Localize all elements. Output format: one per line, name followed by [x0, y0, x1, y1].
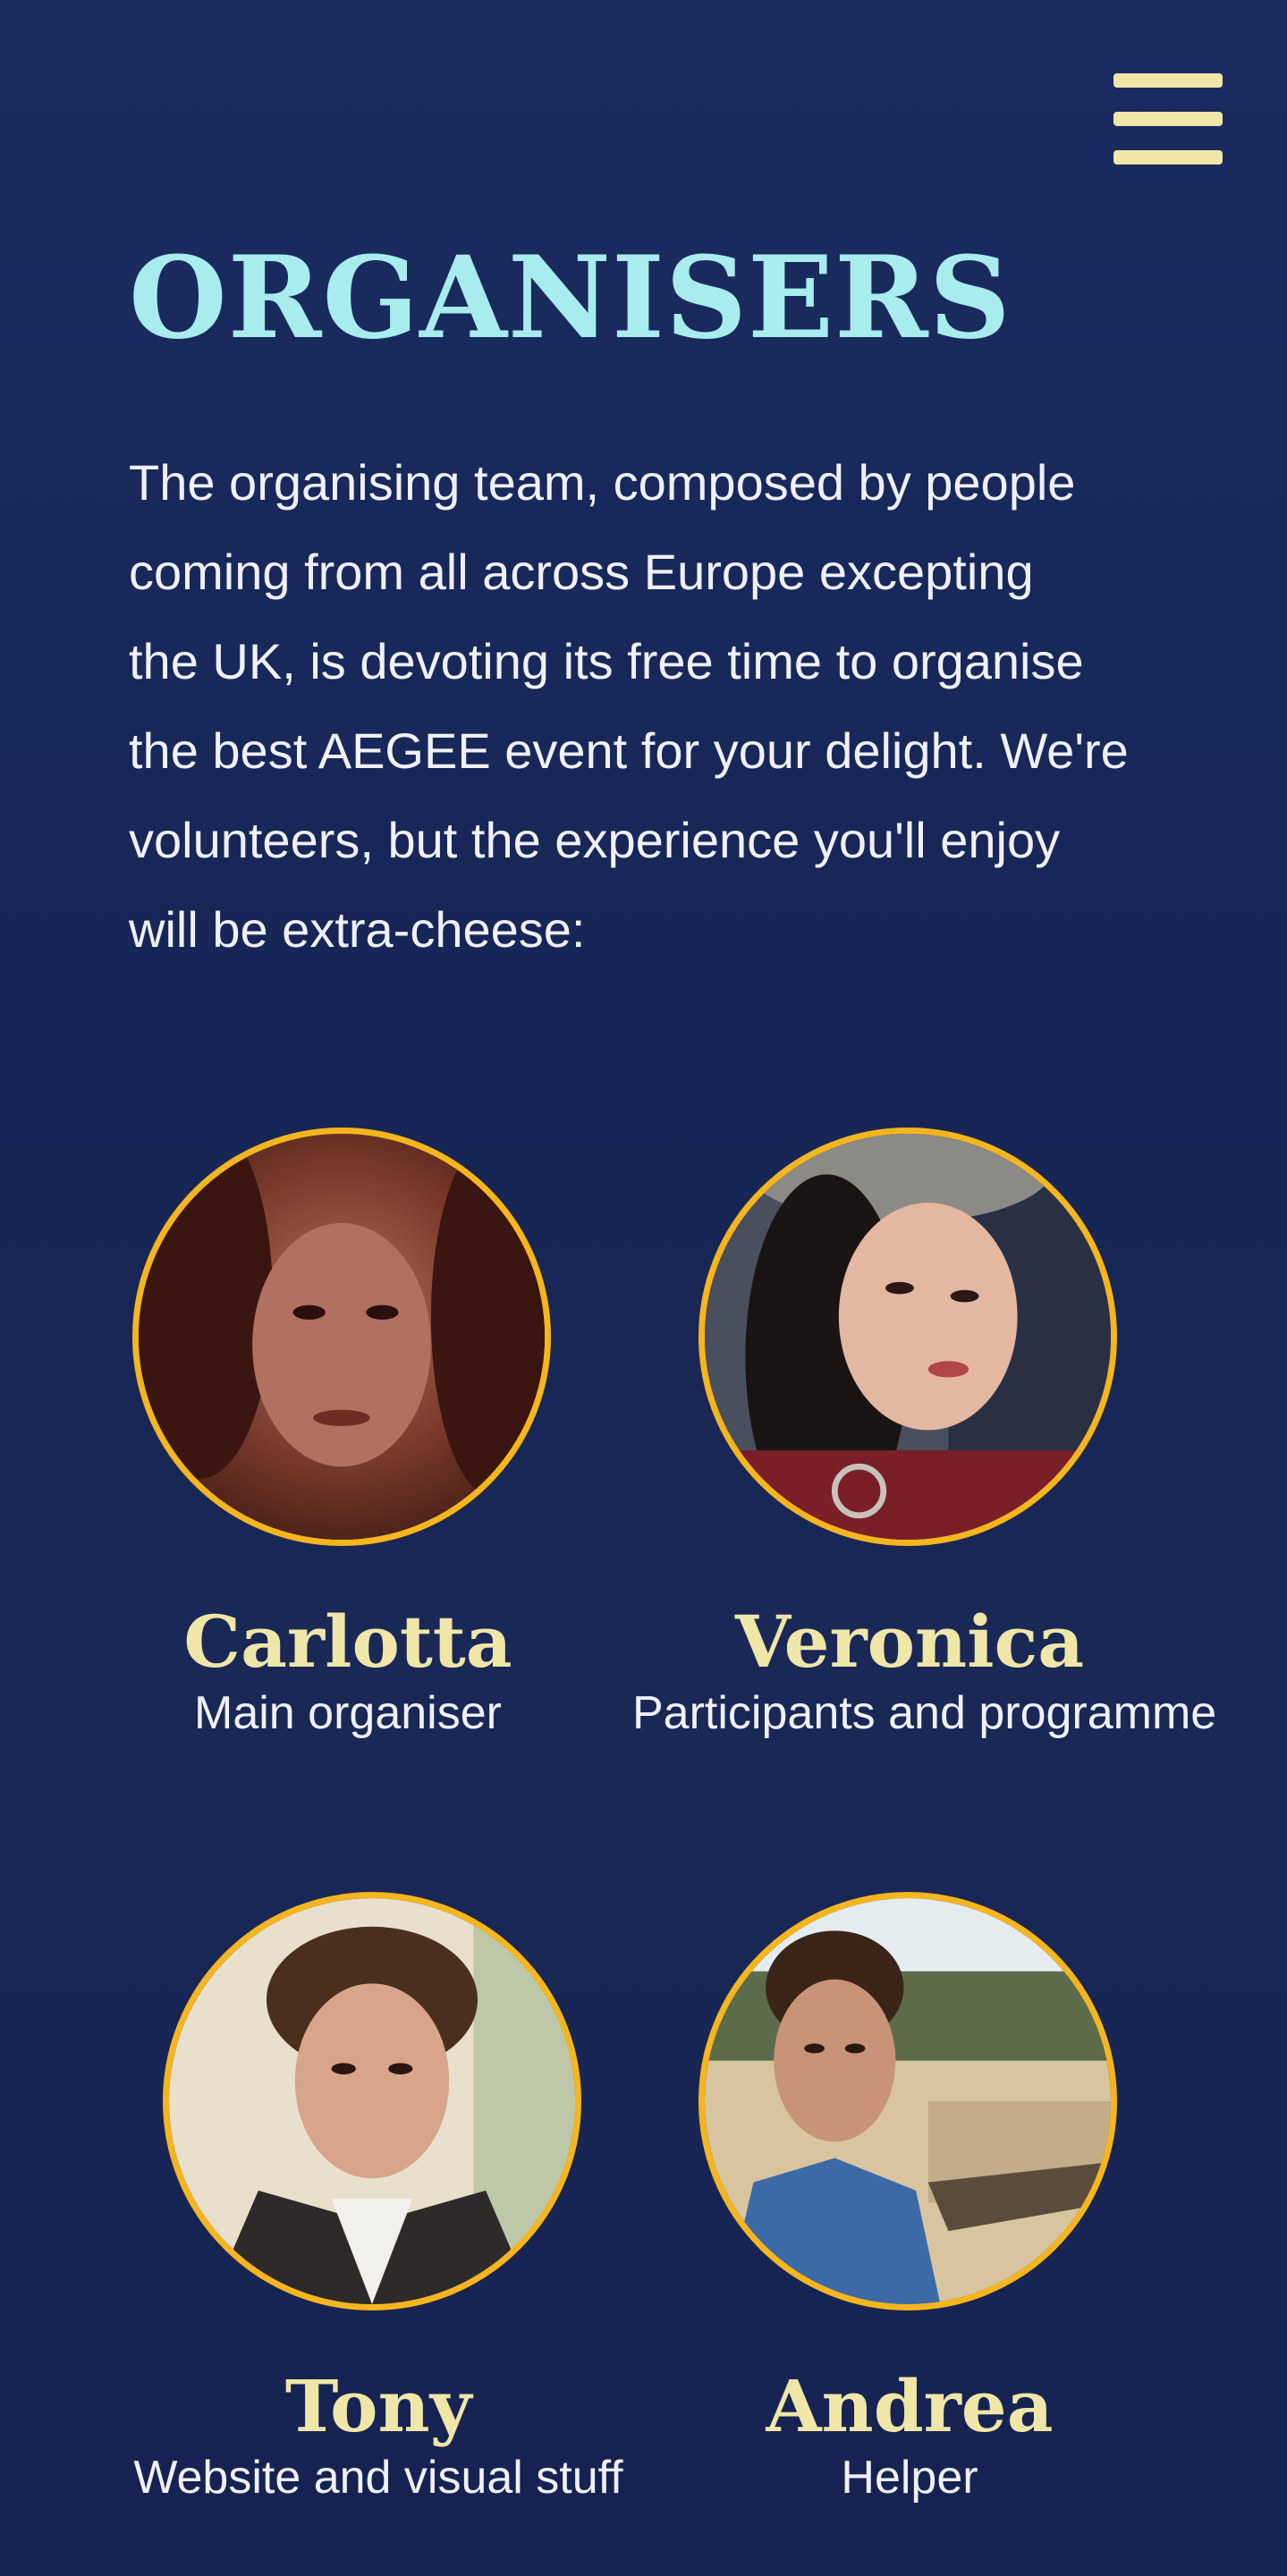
- intro-paragraph: The organising team, composed by people …: [129, 438, 1184, 975]
- organiser-name: Veronica: [734, 1600, 1085, 1684]
- intro-line: the UK, is devoting its free time to org…: [129, 633, 1084, 689]
- organiser-role: Helper: [841, 2452, 978, 2504]
- intro-line: will be extra-cheese:: [129, 901, 586, 958]
- menu-bar-bottom: [1113, 150, 1223, 165]
- intro-line: the best AEGEE event for your delight. W…: [129, 722, 1129, 779]
- organiser-role: Website and visual stuff: [133, 2452, 623, 2504]
- organiser-role: Participants and programme: [632, 1687, 1217, 1739]
- avatar-andrea: [699, 1892, 1117, 2310]
- intro-line: The organising team, composed by people: [129, 454, 1076, 511]
- organiser-role: Main organiser: [194, 1687, 502, 1739]
- avatar-tony: [163, 1892, 581, 2310]
- intro-line: coming from all across Europe excepting: [129, 544, 1034, 600]
- hamburger-menu-icon[interactable]: [1113, 73, 1223, 165]
- page-title: ORGANISERS: [129, 232, 1012, 364]
- menu-bar-middle: [1113, 112, 1223, 126]
- avatar-carlotta: [132, 1128, 551, 1546]
- intro-line: volunteers, but the experience you'll en…: [129, 812, 1061, 868]
- organiser-name: Andrea: [766, 2364, 1054, 2448]
- menu-bar-top: [1113, 73, 1223, 88]
- avatar-veronica: [699, 1128, 1117, 1546]
- organiser-card-tony: Tony Website and visual stuff: [101, 1892, 656, 2536]
- organiser-card-carlotta: Carlotta Main organiser: [71, 1128, 625, 1771]
- organiser-card-veronica: Veronica Participants and programme: [632, 1128, 1217, 1771]
- organiser-name: Tony: [284, 2364, 472, 2448]
- organiser-card-andrea: Andrea Helper: [632, 1892, 1187, 2536]
- organiser-name: Carlotta: [183, 1600, 512, 1684]
